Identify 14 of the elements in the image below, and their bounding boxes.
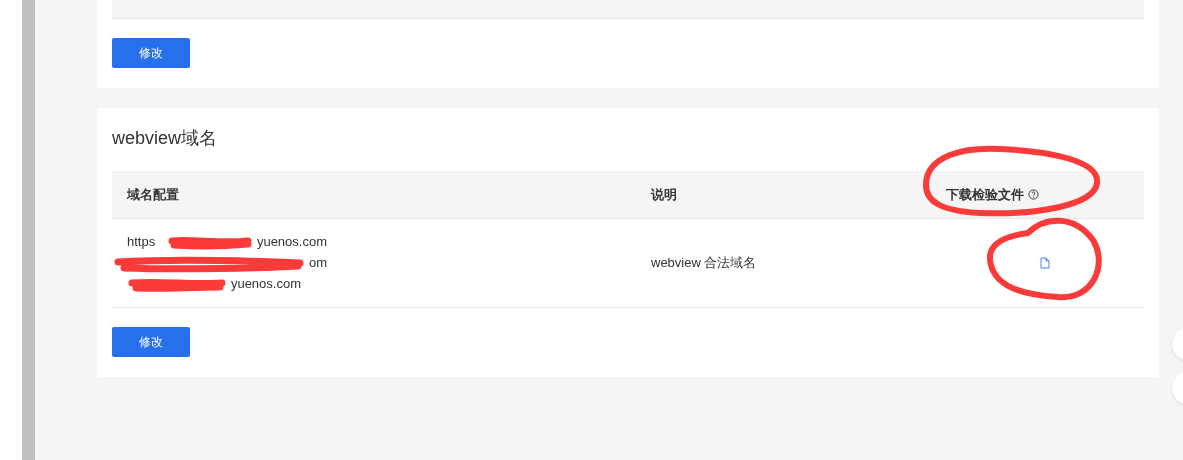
domain-text: yuenos.com bbox=[256, 233, 327, 252]
column-header: 说明 bbox=[649, 185, 678, 204]
domain-text: yuenos.com bbox=[230, 275, 301, 294]
description-text: webview 合法域名 bbox=[650, 254, 758, 273]
edit-button[interactable]: 修改 bbox=[112, 38, 190, 68]
domain-text: om bbox=[308, 254, 327, 273]
column-header: 下载检验文件 bbox=[946, 185, 1024, 204]
column-header: 域名配置 bbox=[125, 185, 180, 204]
domain-text: https bbox=[127, 233, 156, 252]
file-icon[interactable] bbox=[1040, 257, 1050, 269]
edit-button[interactable]: 修改 bbox=[112, 327, 190, 357]
help-icon[interactable] bbox=[1028, 189, 1039, 200]
scrollbar[interactable] bbox=[22, 0, 35, 460]
section-title: webview域名 bbox=[112, 127, 219, 150]
